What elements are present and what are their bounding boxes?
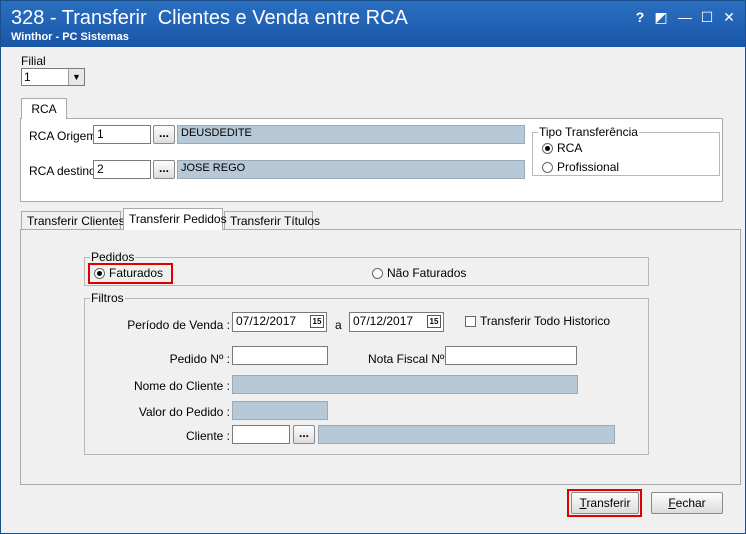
app-window: 328 - Transferir Clientes e Venda entre … [0, 0, 746, 534]
title-bar: 328 - Transferir Clientes e Venda entre … [1, 1, 745, 47]
a-label: a [335, 318, 342, 332]
nao-faturados-label: Não Faturados [387, 266, 467, 280]
filtros-legend: Filtros [90, 291, 125, 305]
valor-pedido-field [232, 401, 328, 420]
cliente-code-input[interactable] [232, 425, 290, 444]
nome-cliente-field [232, 375, 578, 394]
tipo-rca-label: RCA [557, 141, 583, 155]
date-to-value: 07/12/2017 [353, 314, 414, 328]
rca-origem-label: RCA Origem [29, 129, 97, 143]
tab-transferir-pedidos[interactable]: Transferir Pedidos [123, 208, 227, 230]
rca-panel: RCA Origem 1 ... DEUSDEDITE RCA destino … [20, 118, 723, 202]
todo-historico-label: Transferir Todo Historico [480, 314, 611, 328]
valor-pedido-label: Valor do Pedido : [138, 405, 230, 419]
date-to-input[interactable]: 07/12/2017 15 [349, 312, 444, 332]
todo-historico-checkbox[interactable] [465, 316, 476, 327]
rca-destino-code[interactable]: 2 [93, 160, 151, 179]
cliente-browse-button[interactable]: ... [293, 425, 315, 444]
close-icon[interactable]: ✕ [721, 9, 737, 25]
rca-destino-label: RCA destino [29, 164, 96, 178]
transferir-highlight [567, 489, 642, 517]
calendar-icon[interactable]: 15 [427, 315, 441, 328]
rca-origem-browse-button[interactable]: ... [153, 125, 175, 144]
nome-cliente-label: Nome do Cliente : [133, 379, 230, 393]
tab-rca[interactable]: RCA [21, 98, 67, 119]
tipo-profissional-radio[interactable] [542, 162, 553, 173]
pedidos-legend: Pedidos [90, 250, 136, 264]
fechar-label: echar [675, 496, 706, 510]
pedido-label: Pedido Nº : [169, 352, 230, 366]
filtros-group: Filtros Período de Venda : 07/12/2017 15… [84, 291, 649, 455]
pedidos-group: Pedidos Faturados Não Faturados [84, 250, 649, 286]
filial-select[interactable]: 1 ▼ [21, 68, 85, 86]
date-from-value: 07/12/2017 [236, 314, 297, 328]
maximize-icon[interactable]: ☐ [699, 9, 715, 25]
calendar-icon[interactable]: 15 [310, 315, 324, 328]
rca-origem-name: DEUSDEDITE [177, 125, 525, 144]
minimize-icon[interactable]: — [677, 9, 693, 25]
window-title: 328 - Transferir Clientes e Venda entre … [11, 7, 408, 29]
tipo-rca-radio[interactable] [542, 143, 553, 154]
pedido-input[interactable] [232, 346, 328, 365]
filial-value: 1 [24, 70, 31, 84]
date-from-input[interactable]: 07/12/2017 15 [232, 312, 327, 332]
pedidos-tab-panel: Pedidos Faturados Não Faturados Filtros … [20, 229, 741, 485]
fechar-button[interactable]: Fechar [651, 492, 723, 514]
nota-fiscal-input[interactable] [445, 346, 577, 365]
rca-origem-code[interactable]: 1 [93, 125, 151, 144]
tab-transferir-titulos[interactable]: Transferir Títulos [224, 211, 320, 230]
filial-label: Filial [21, 54, 46, 68]
faturados-highlight [88, 263, 173, 284]
tipo-transferencia-legend: Tipo Transferência [538, 125, 639, 139]
nao-faturados-radio[interactable] [372, 268, 383, 279]
tipo-profissional-label: Profissional [557, 160, 620, 174]
fechar-mnemonic: F [668, 496, 676, 510]
help-icon[interactable]: ? [632, 9, 648, 25]
window-subtitle: Winthor - PC Sistemas [11, 31, 129, 43]
cliente-label: Cliente : [185, 429, 230, 443]
cliente-name-field [318, 425, 615, 444]
restore-icon[interactable]: ◩ [653, 9, 669, 25]
rca-destino-name: JOSE REGO [177, 160, 525, 179]
chevron-down-icon[interactable]: ▼ [68, 69, 84, 85]
tipo-transferencia-group: Tipo Transferência RCA Profissional [532, 125, 720, 176]
tab-transferir-clientes[interactable]: Transferir Clientes [21, 211, 125, 230]
rca-destino-browse-button[interactable]: ... [153, 160, 175, 179]
periodo-label: Período de Venda : [127, 318, 230, 332]
nota-fiscal-label: Nota Fiscal Nº: [368, 352, 448, 366]
